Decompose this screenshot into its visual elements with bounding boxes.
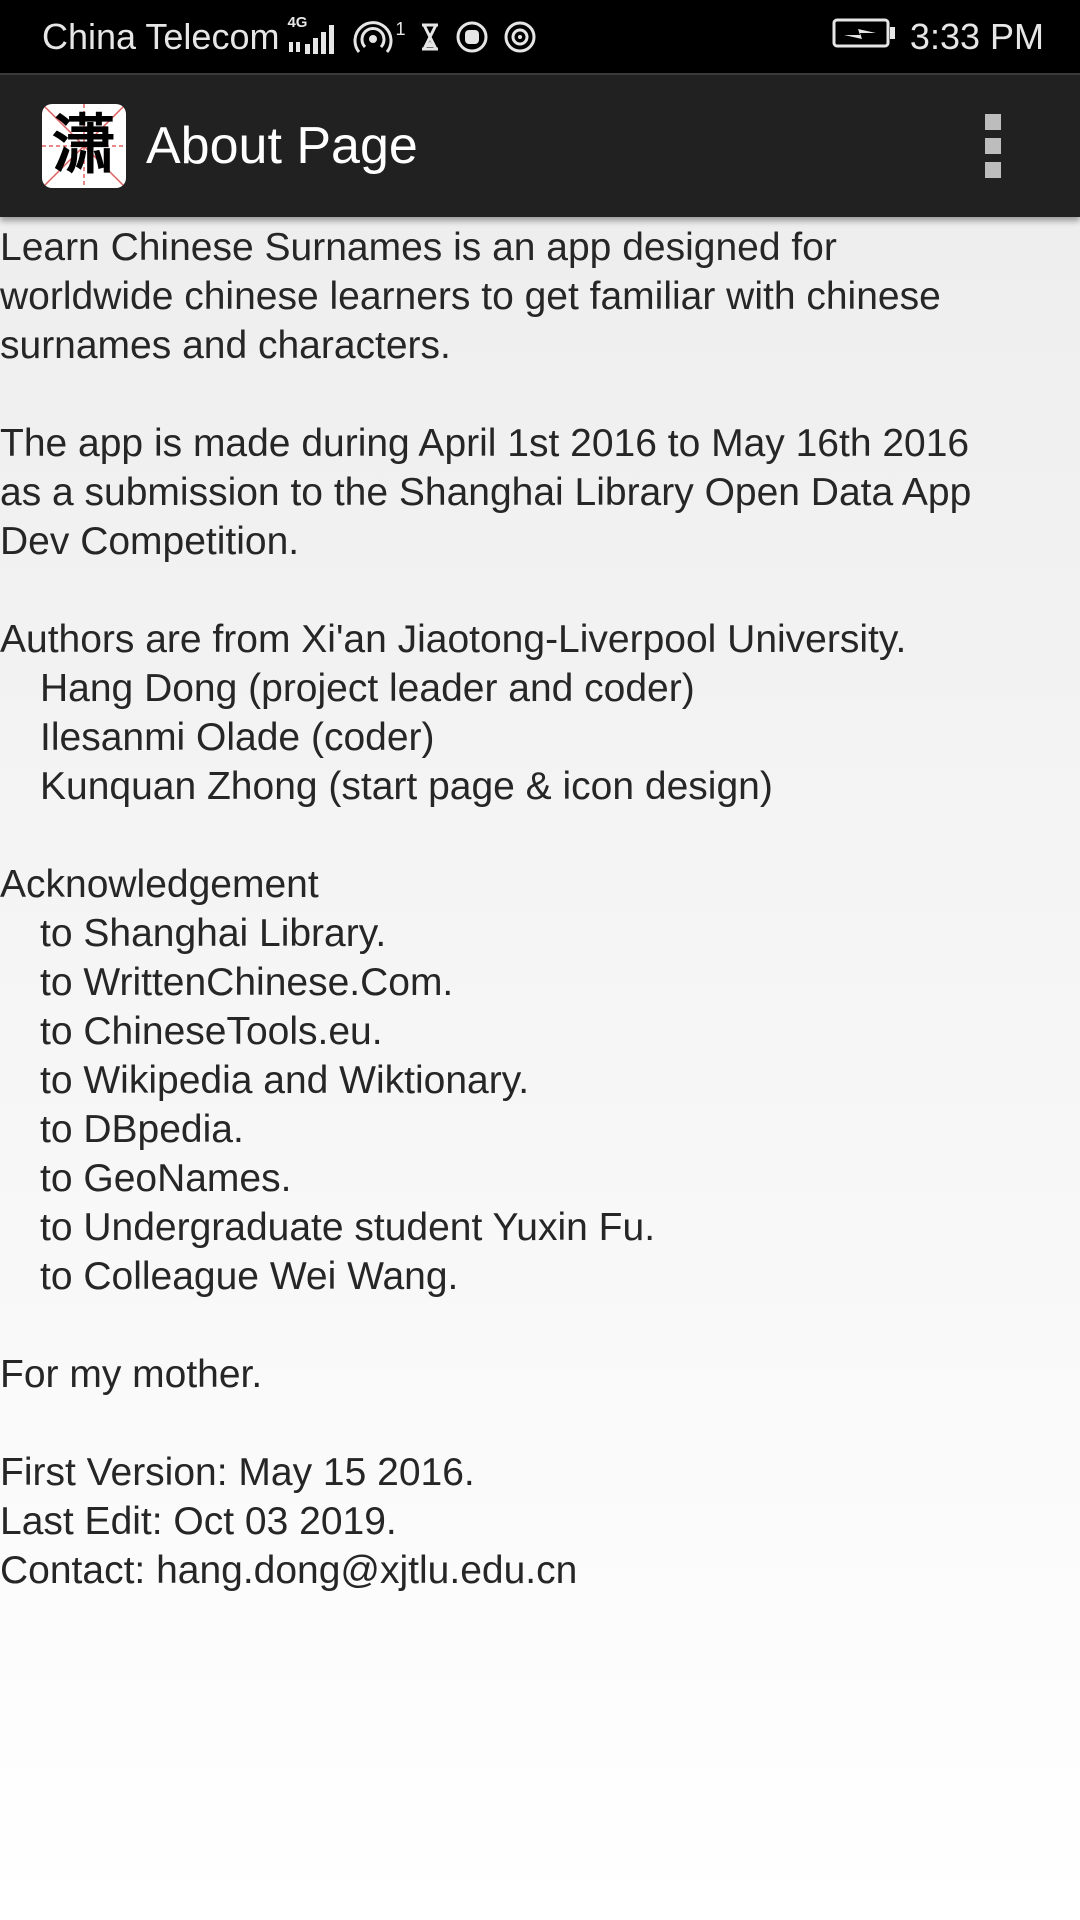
author-item: Hang Dong (project leader and coder) [40,667,695,710]
nfc-icon [503,20,537,54]
app-logo-glyph: 潇 [52,108,116,183]
about-content: Learn Chinese Surnames is an app designe… [0,223,1080,1595]
hotspot-icon: 1 [353,19,405,55]
menu-dot [985,138,1001,154]
about-text-line: The app is made during April 1st 2016 to… [0,422,970,465]
acknowledgement-item: to GeoNames. [40,1157,292,1200]
dedication-text: For my mother. [0,1353,263,1396]
hand-icon [455,20,489,54]
menu-dot [985,162,1001,178]
acknowledgement-item: to Wikipedia and Wiktionary. [40,1059,530,1102]
menu-dot [985,114,1001,130]
about-text-line: surnames and characters. [0,324,451,367]
acknowledgement-heading: Acknowledgement [0,863,319,906]
about-text-line: Learn Chinese Surnames is an app designe… [0,226,837,269]
about-text-line: Dev Competition. [0,520,300,563]
battery-charging-icon [832,16,896,58]
hourglass-icon [419,22,441,52]
about-text-line: as a submission to the Shanghai Library … [0,471,972,514]
author-item: Kunquan Zhong (start page & icon design) [40,765,773,808]
network-badge: 4G [287,13,308,31]
status-right: 3:33 PM [832,16,1044,58]
acknowledgement-item: to ChineseTools.eu. [40,1010,383,1053]
status-bar: China Telecom 4G 1 3:33 PM [0,0,1080,73]
about-text-line: worldwide chinese learners to get famili… [0,275,941,318]
overflow-menu-icon[interactable] [978,106,1008,186]
first-version-text: First Version: May 15 2016. [0,1451,475,1494]
app-bar: 潇 About Page [0,73,1080,217]
acknowledgement-item: to WrittenChinese.Com. [40,961,454,1004]
acknowledgement-item: to DBpedia. [40,1108,244,1151]
page-title: About Page [146,117,418,175]
acknowledgement-item: to Colleague Wei Wang. [40,1255,459,1298]
author-item: Ilesanmi Olade (coder) [40,716,435,759]
signal-icon: 4G [287,14,339,54]
contact-text: Contact: hang.dong@xjtlu.edu.cn [0,1549,578,1592]
app-logo-icon: 潇 [42,104,126,188]
carrier-name: China Telecom [42,15,280,57]
acknowledgement-item: to Shanghai Library. [40,912,387,955]
last-edit-text: Last Edit: Oct 03 2019. [0,1500,397,1543]
acknowledgement-item: to Undergraduate student Yuxin Fu. [40,1206,656,1249]
hotspot-count: 1 [395,18,406,39]
clock: 3:33 PM [909,15,1044,57]
authors-heading: Authors are from Xi'an Jiaotong-Liverpoo… [0,618,907,661]
status-icons: 4G 1 [287,14,537,55]
